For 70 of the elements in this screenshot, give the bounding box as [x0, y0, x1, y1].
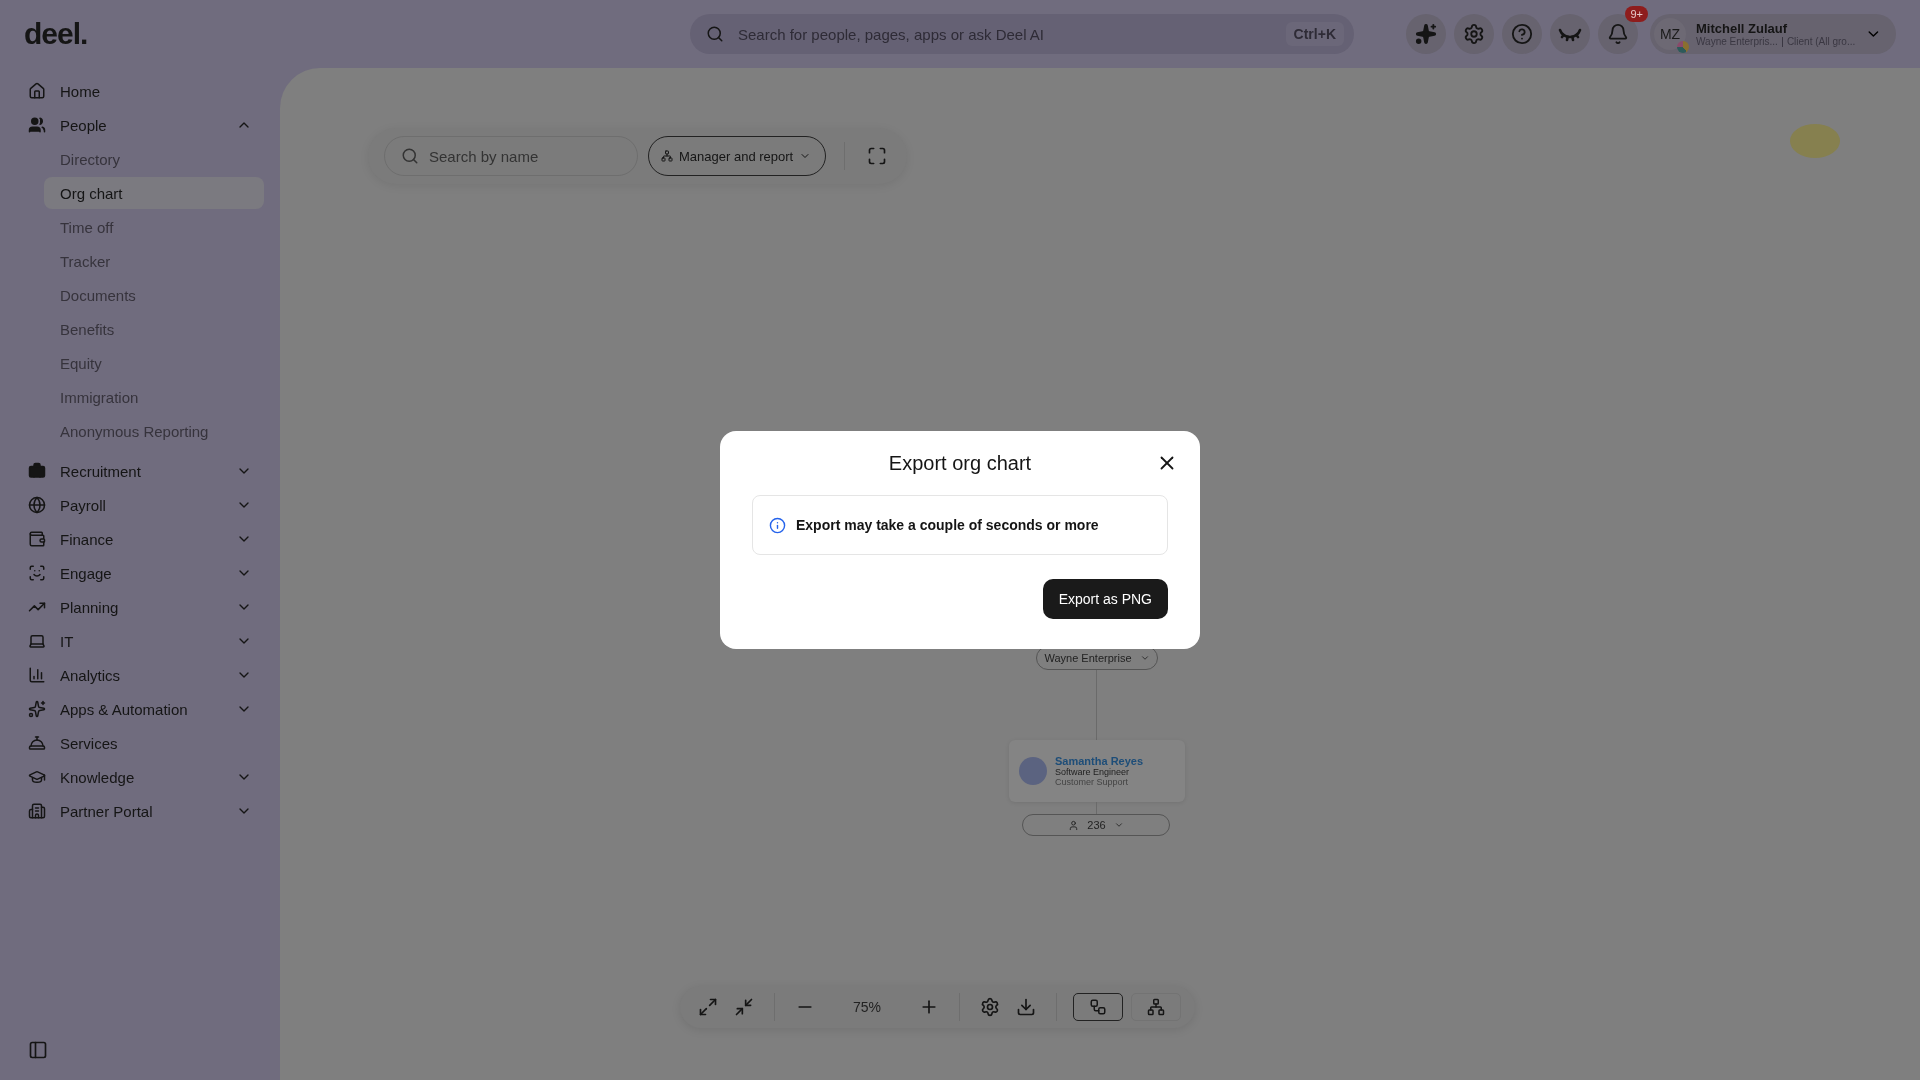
search-placeholder: Search for people, pages, apps or ask Deel AI	[738, 25, 1046, 43]
nav-subitem[interactable]: Org chart	[44, 177, 264, 209]
tree-icon	[1089, 998, 1107, 1016]
nav-item[interactable]: IT	[28, 624, 264, 658]
nav-icon	[28, 734, 46, 752]
zoom-level: 75%	[852, 999, 882, 1015]
nav-icon	[28, 116, 46, 134]
nav-item[interactable]: Services	[28, 726, 264, 760]
notification-count: 9+	[1625, 6, 1648, 22]
nav-item[interactable]: Partner Portal	[28, 794, 264, 828]
nav-item[interactable]: Knowledge	[28, 760, 264, 794]
nav-icon	[28, 564, 46, 582]
hierarchy-icon	[661, 150, 673, 162]
nav-subitem[interactable]: Equity	[44, 347, 264, 379]
help-button[interactable]	[1502, 14, 1542, 54]
nav-icon	[28, 802, 46, 820]
info-text: Export may take a couple of seconds or more	[796, 517, 1099, 533]
export-png-button[interactable]: Export as PNG	[1042, 579, 1168, 619]
nav-item[interactable]: Apps & Automation	[28, 692, 264, 726]
nav-icon	[28, 632, 46, 650]
nav-item[interactable]: Payroll	[28, 488, 264, 522]
closed-eye-button[interactable]	[1550, 14, 1590, 54]
deel-logo[interactable]: deel.	[24, 17, 690, 51]
reports-count-toggle[interactable]: 236	[1022, 814, 1170, 836]
nav-icon	[28, 700, 46, 718]
sparkle-icon	[1415, 23, 1437, 45]
nav-item[interactable]: People	[28, 108, 264, 142]
nav-subitem[interactable]: Directory	[44, 143, 264, 175]
dialog-title: Export org chart	[888, 451, 1032, 475]
settings-button[interactable]	[1454, 14, 1494, 54]
settings-icon	[1463, 23, 1485, 45]
chevron-down-icon	[1139, 653, 1150, 663]
nav-subitem[interactable]: Benefits	[44, 313, 264, 345]
help-icon	[1511, 23, 1533, 45]
global-search-field[interactable]: Search for people, pages, apps or ask Deel AI Ctrl+K	[690, 14, 1354, 54]
tree-view-button[interactable]	[1073, 993, 1123, 1021]
network-icon	[1147, 998, 1165, 1016]
bell-icon	[1607, 23, 1629, 45]
nav-icon	[28, 768, 46, 786]
nav-subitem[interactable]: Time off	[44, 211, 264, 243]
nav-item[interactable]: Analytics	[28, 658, 264, 692]
nav-subitem[interactable]: Anonymous Reporting	[44, 415, 264, 447]
nav-icon	[28, 496, 46, 514]
nav-icon	[28, 462, 46, 480]
nav-item[interactable]: Engage	[28, 556, 264, 590]
nav-item[interactable]: Planning	[28, 590, 264, 624]
nav-icon	[28, 82, 46, 100]
employee-name: Samantha Reyes	[1055, 755, 1144, 767]
nav-subitem[interactable]: Documents	[44, 279, 264, 311]
nav-item[interactable]: Finance	[28, 522, 264, 556]
search-icon	[706, 25, 724, 43]
highlight-blob	[1790, 124, 1840, 158]
user-name: Mitchell Zulauf	[1696, 21, 1787, 36]
search-icon	[401, 147, 419, 165]
ai-sparkle-button[interactable]	[1406, 14, 1446, 54]
view-dropdown[interactable]: Manager and report	[648, 136, 827, 176]
nav-item[interactable]: Home	[28, 74, 264, 108]
nav-item[interactable]: Recruitment	[28, 454, 264, 488]
network-view-button[interactable]	[1131, 993, 1181, 1021]
nav-icon	[28, 666, 46, 684]
nav-subitem[interactable]: Tracker	[44, 245, 264, 277]
info-icon	[769, 516, 786, 534]
person-icon	[1068, 819, 1080, 831]
shortcut-hint: Ctrl+K	[1285, 22, 1344, 46]
user-avatar: MZ	[1654, 18, 1686, 50]
chevron-down-icon	[1113, 820, 1124, 830]
avatar-placeholder	[1019, 757, 1047, 785]
nav-icon	[28, 530, 46, 548]
nav-subitem[interactable]: Immigration	[44, 381, 264, 413]
job-title: Software Engineer	[1055, 767, 1130, 777]
